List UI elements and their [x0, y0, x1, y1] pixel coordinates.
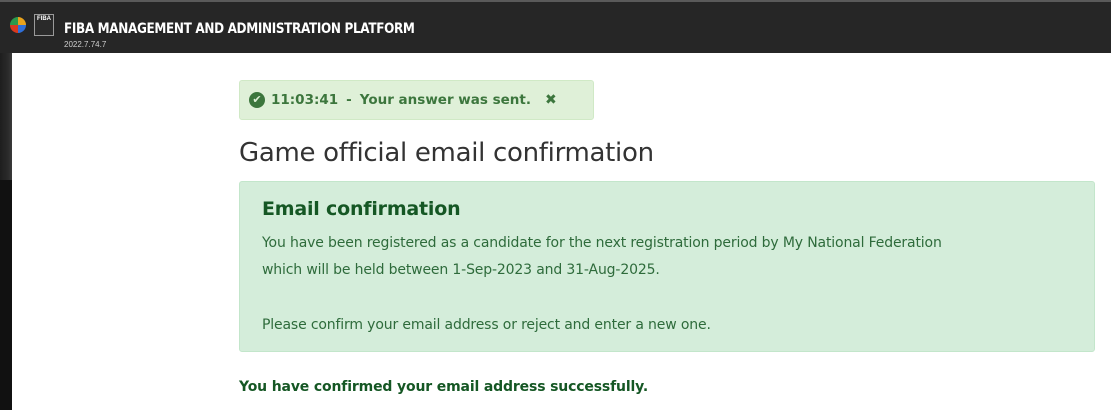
panel-text-line-2: which will be held between 1-Sep-2023 an… — [262, 262, 660, 278]
toast-time: 11:03:41 — [271, 92, 339, 108]
email-confirmation-panel: Email confirmation You have been registe… — [239, 181, 1095, 352]
fiba-logo-icon[interactable]: FIBA — [34, 14, 54, 36]
page: FIBA FIBA MANAGEMENT AND ADMINISTRATION … — [0, 0, 1111, 410]
toast-separator: - — [346, 92, 352, 108]
top-header-bar: FIBA FIBA MANAGEMENT AND ADMINISTRATION … — [0, 0, 1111, 53]
panel-text-line-3: Please confirm your email address or rej… — [262, 317, 711, 333]
panel-text-line-1: You have been registered as a candidate … — [262, 235, 942, 251]
close-icon[interactable]: ✖ — [545, 92, 557, 108]
left-edge-strip — [0, 0, 12, 410]
success-message: You have confirmed your email address su… — [239, 379, 649, 395]
toast-message: Your answer was sent. — [359, 92, 532, 108]
app-title[interactable]: FIBA MANAGEMENT AND ADMINISTRATION PLATF… — [64, 21, 415, 37]
basketball-logo-icon[interactable] — [10, 17, 26, 33]
check-circle-icon: ✔ — [249, 92, 265, 108]
panel-heading: Email confirmation — [262, 198, 461, 220]
page-title: Game official email confirmation — [239, 138, 654, 168]
success-toast: ✔ 11:03:41 - Your answer was sent. ✖ — [239, 80, 594, 120]
app-version: 2022.7.74.7 — [64, 40, 107, 49]
